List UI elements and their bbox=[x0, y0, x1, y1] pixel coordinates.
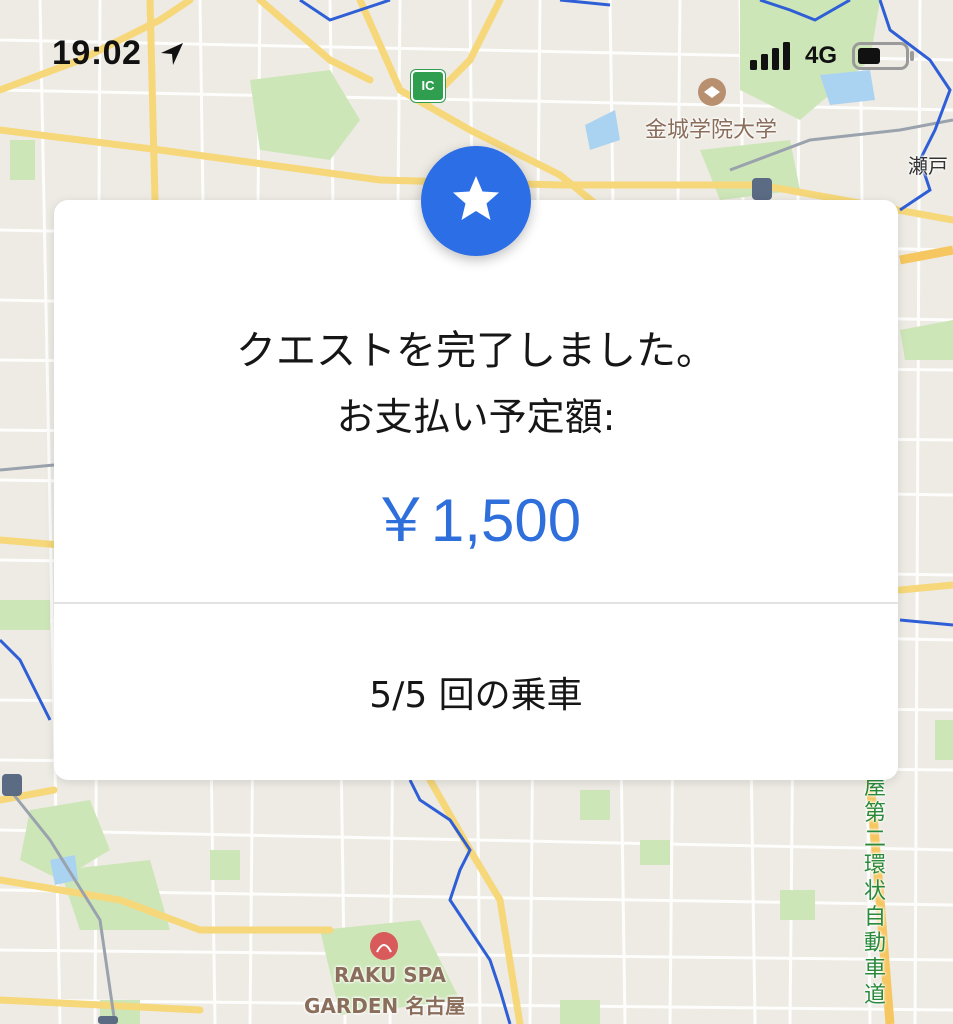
map-label-university: 金城学院大学 bbox=[645, 118, 778, 143]
battery-icon bbox=[852, 42, 914, 70]
location-arrow-icon bbox=[161, 43, 183, 65]
cellular-signal-icon bbox=[750, 42, 790, 70]
dialog-title: クエストを完了しました。 bbox=[236, 328, 716, 374]
map-label-spa-line2: GARDEN 名古屋 bbox=[304, 994, 466, 1018]
quest-complete-dialog: クエストを完了しました。 お支払い予定額: ￥1,500 5/5 回の乗車 bbox=[54, 200, 898, 780]
status-bar: 19:02 4G bbox=[0, 0, 953, 110]
payment-amount: ￥1,500 bbox=[370, 487, 582, 554]
network-type: 4G bbox=[805, 42, 838, 69]
payment-label: お支払い予定額: bbox=[336, 395, 616, 439]
map-label-spa-line1: RAKU SPA bbox=[334, 963, 446, 987]
quest-badge bbox=[421, 146, 531, 256]
map-label-expressway: 屋第二環状自動車道 bbox=[863, 775, 886, 1008]
status-time: 19:02 bbox=[52, 34, 142, 72]
star-icon bbox=[453, 176, 499, 220]
ride-count: 5/5 回の乗車 bbox=[369, 675, 583, 716]
map-label-seto: 瀬戸 bbox=[908, 154, 948, 178]
dialog-divider bbox=[54, 602, 898, 604]
